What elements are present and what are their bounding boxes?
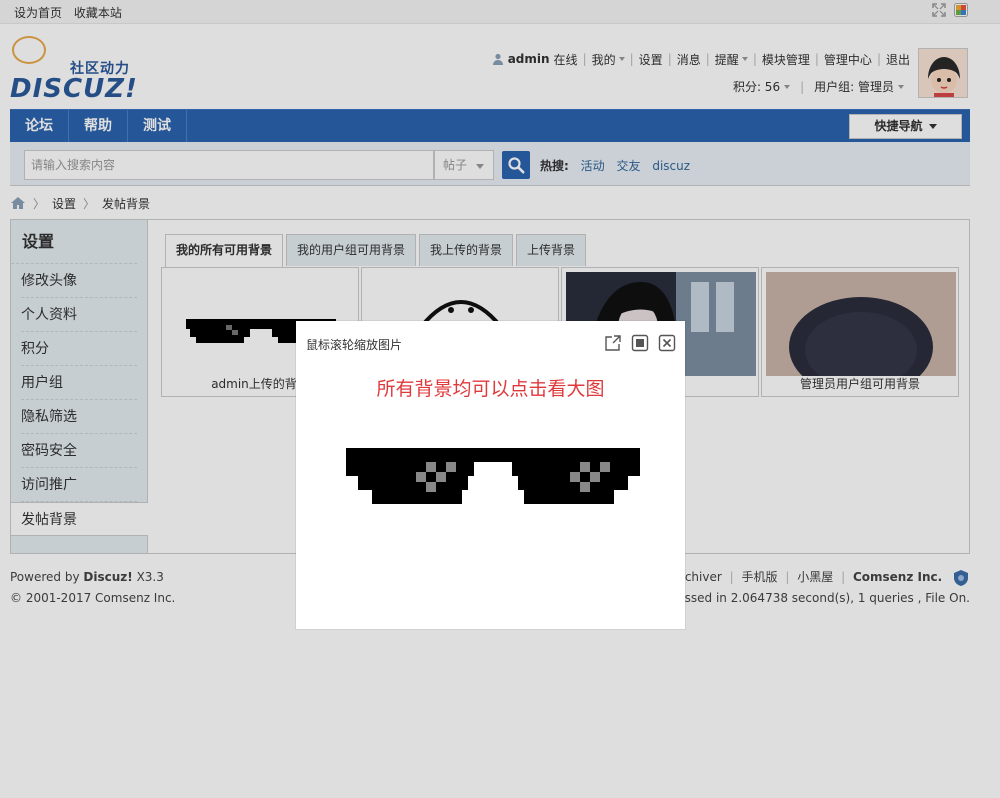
dialog-title: 鼠标滚轮缩放图片 xyxy=(306,338,403,352)
image-preview-dialog: 鼠标滚轮缩放图片 所有背景均可以点击看大图 xyxy=(296,321,685,629)
preview-image[interactable] xyxy=(346,448,640,508)
open-new-window-icon[interactable] xyxy=(604,334,622,352)
dialog-headline: 所有背景均可以点击看大图 xyxy=(376,378,605,400)
close-icon[interactable] xyxy=(658,334,676,352)
actual-size-icon[interactable] xyxy=(631,334,649,352)
